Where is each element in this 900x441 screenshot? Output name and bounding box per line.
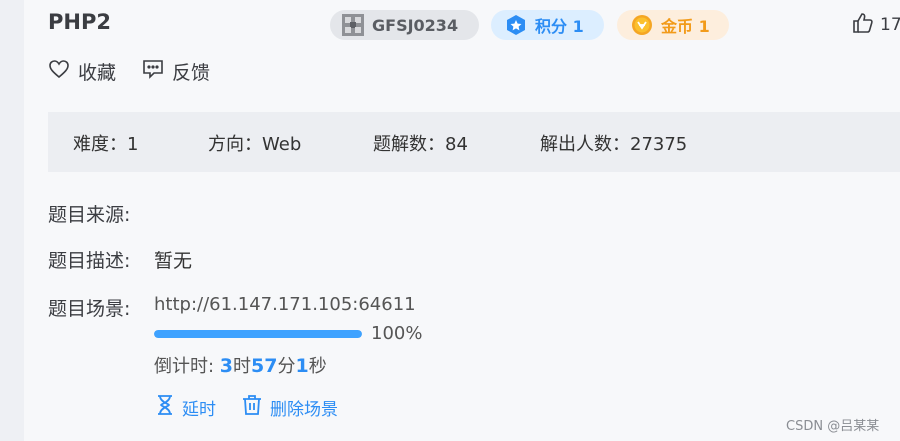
heart-icon — [48, 58, 70, 85]
source-label: 题目来源: — [48, 204, 131, 226]
coins-tag[interactable]: 金币 1 — [617, 10, 729, 40]
hourglass-icon — [156, 394, 174, 421]
solvers-stat: 解出人数：27375 — [540, 134, 688, 155]
countdown-seconds-unit: 秒 — [308, 356, 327, 377]
delete-scene-label: 删除场景 — [270, 400, 338, 420]
scene-label: 题目场景: — [48, 298, 131, 320]
writeups-stat: 题解数：84 — [373, 134, 468, 155]
description-label: 题目描述: — [48, 250, 131, 272]
countdown-prefix: 倒计时: — [154, 356, 220, 377]
favorite-label: 收藏 — [78, 62, 117, 84]
delete-scene-button[interactable]: 删除场景 — [242, 394, 338, 421]
stats-bar: 难度：1 方向：Web 题解数：84 解出人数：27375 — [48, 112, 900, 172]
countdown-hours: 3 — [219, 355, 234, 377]
coins-label: 金币 1 — [661, 17, 710, 36]
countdown: 倒计时: 3时57分1秒 — [154, 352, 327, 378]
points-tag[interactable]: 积分 1 — [491, 10, 604, 40]
points-icon — [505, 14, 527, 36]
progress-fill — [154, 330, 362, 338]
feedback-button[interactable]: 反馈 — [142, 58, 210, 85]
user-avatar-icon — [342, 14, 364, 36]
watermark: CSDN @吕某某 — [786, 419, 880, 434]
scene-actions: 延时 删除场景 — [156, 394, 338, 421]
feedback-icon — [142, 58, 164, 85]
user-tag[interactable]: GFSJ0234 — [330, 10, 479, 40]
extend-label: 延时 — [182, 400, 216, 420]
difficulty-stat: 难度：1 — [73, 134, 139, 155]
scene-url-link[interactable]: http://61.147.171.105:64611 — [154, 294, 416, 315]
like-button[interactable]: 17 — [852, 10, 900, 40]
countdown-minutes: 57 — [251, 355, 278, 377]
extend-button[interactable]: 延时 — [156, 394, 216, 421]
trash-icon — [242, 394, 262, 421]
countdown-hours-unit: 时 — [233, 356, 252, 377]
direction-stat: 方向：Web — [208, 134, 302, 155]
favorite-button[interactable]: 收藏 — [48, 58, 116, 85]
challenge-title: PHP2 — [48, 10, 111, 34]
countdown-minutes-unit: 分 — [277, 356, 296, 377]
scene-progress-bar — [154, 330, 362, 338]
thumbs-up-icon — [852, 12, 874, 39]
description-value: 暂无 — [154, 250, 193, 272]
like-count: 17 — [880, 15, 900, 35]
points-label: 积分 1 — [535, 17, 584, 36]
countdown-seconds: 1 — [295, 355, 309, 377]
left-gutter — [0, 0, 24, 441]
user-tag-label: GFSJ0234 — [372, 15, 459, 35]
progress-percent: 100% — [371, 323, 423, 344]
feedback-label: 反馈 — [172, 62, 211, 84]
action-bar: 收藏 反馈 — [48, 58, 210, 85]
coin-icon — [631, 14, 653, 36]
